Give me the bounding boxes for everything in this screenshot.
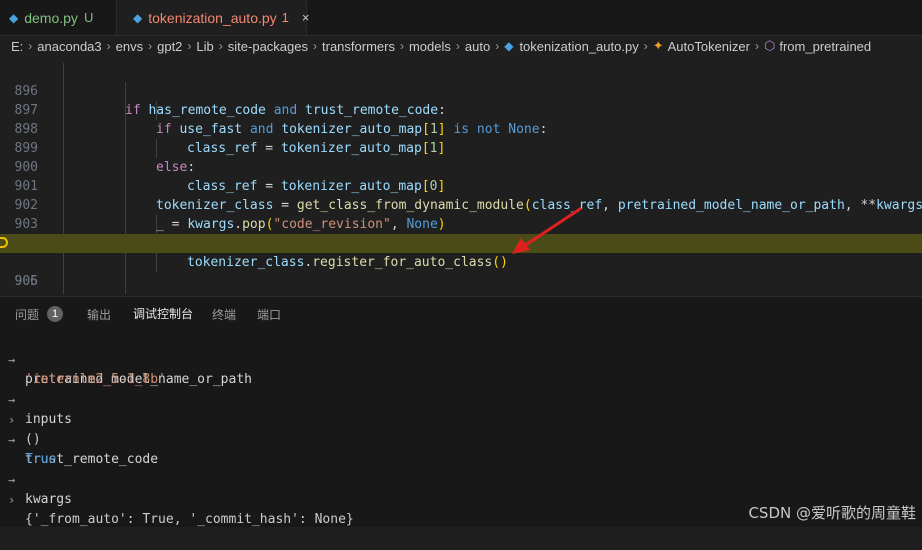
breadcrumb: E: › anaconda3 › envs › gpt2 › Lib › site-pac… bbox=[0, 36, 922, 56]
python-file-icon: ◆ bbox=[133, 10, 143, 25]
debug-console[interactable]: → pretrained_model_name_or_path 'internl… bbox=[0, 330, 922, 527]
tab-terminal[interactable]: 终端 bbox=[212, 297, 236, 331]
code-editor[interactable]: 896 if has_remote_code and trust_remote_… bbox=[0, 63, 922, 294]
tab-tokenization-auto-py[interactable]: ◆ tokenization_auto.py 1 × bbox=[117, 0, 310, 35]
panel-tab-bar: 问题 1 输出 调试控制台 终端 端口 bbox=[0, 296, 922, 331]
tab-debug-console[interactable]: 调试控制台 bbox=[133, 297, 194, 331]
tab-label: demo.py bbox=[24, 9, 78, 26]
tab-label: tokenization_auto.py bbox=[148, 9, 277, 26]
breadcrumb-drive[interactable]: E: bbox=[11, 39, 23, 54]
chevron-right-icon: › bbox=[28, 39, 33, 53]
watermark: CSDN @爱听歌的周童鞋 bbox=[748, 504, 916, 522]
breadcrumb-file[interactable]: tokenization_auto.py bbox=[519, 39, 638, 54]
close-tab-icon[interactable]: × bbox=[302, 10, 310, 25]
tab-label: 端口 bbox=[257, 307, 282, 322]
expand-chevron-icon[interactable]: › bbox=[8, 490, 15, 510]
problems-count-badge: 1 bbox=[47, 306, 64, 322]
tab-demo-py[interactable]: ◆ demo.py U bbox=[0, 0, 117, 35]
console-input: kwargs bbox=[25, 492, 72, 507]
console-row: → trust_remote_code bbox=[0, 410, 922, 467]
chevron-right-icon: › bbox=[106, 39, 111, 53]
breadcrumb-method[interactable]: from_pretrained bbox=[779, 39, 871, 54]
chevron-right-icon: › bbox=[755, 39, 759, 53]
console-row: → inputs bbox=[0, 370, 922, 427]
breadcrumb-site-packages[interactable]: site-packages bbox=[228, 39, 308, 54]
breadcrumb-class[interactable]: AutoTokenizer bbox=[668, 39, 750, 54]
breadcrumb-auto[interactable]: auto bbox=[465, 39, 490, 54]
editor-tab-bar: ◆ demo.py U ◆ tokenization_auto.py 1 × bbox=[0, 0, 922, 36]
console-row: → kwargs bbox=[0, 450, 922, 507]
chevron-right-icon: › bbox=[218, 39, 223, 53]
chevron-right-icon: › bbox=[643, 39, 648, 53]
tab-ports[interactable]: 端口 bbox=[257, 297, 281, 331]
tab-label: 调试控制台 bbox=[133, 307, 194, 321]
breadcrumb-lib[interactable]: Lib bbox=[196, 39, 213, 54]
chevron-right-icon: › bbox=[399, 39, 404, 53]
annotation-arrow bbox=[512, 207, 582, 254]
chevron-right-icon: › bbox=[313, 39, 317, 53]
console-row: True bbox=[0, 430, 922, 467]
python-file-icon: ◆ bbox=[9, 10, 19, 25]
tab-label: 输出 bbox=[87, 307, 112, 322]
chevron-right-icon: › bbox=[187, 39, 192, 53]
console-row: → pretrained_model_name_or_path bbox=[0, 330, 922, 387]
tab-label: 问题 bbox=[15, 307, 40, 322]
breadcrumb-models[interactable]: models bbox=[409, 39, 451, 54]
problem-count-badge: 1 bbox=[281, 10, 289, 25]
tab-output[interactable]: 输出 bbox=[87, 297, 111, 331]
breadcrumb-anaconda3[interactable]: anaconda3 bbox=[37, 39, 101, 54]
method-symbol-icon: ⬡ bbox=[764, 38, 776, 53]
chevron-right-icon: › bbox=[148, 39, 153, 53]
tab-problems[interactable]: 问题 1 bbox=[15, 297, 64, 331]
python-file-icon: ◆ bbox=[504, 39, 514, 53]
untracked-badge: U bbox=[83, 10, 94, 25]
console-row: 'internlm2_5-1_8b' bbox=[0, 350, 922, 387]
console-row[interactable]: › {'_from_auto': True, '_commit_hash': N… bbox=[0, 470, 922, 527]
class-symbol-icon: ✦ bbox=[652, 38, 664, 53]
tab-label: 终端 bbox=[212, 307, 237, 322]
console-row[interactable]: › () bbox=[0, 390, 922, 447]
breadcrumb-gpt2[interactable]: gpt2 bbox=[157, 39, 182, 54]
chevron-right-icon: › bbox=[495, 39, 500, 53]
breadcrumb-envs[interactable]: envs bbox=[116, 39, 143, 54]
breadcrumb-transformers[interactable]: transformers bbox=[322, 39, 395, 54]
console-output: {'_from_auto': True, '_commit_hash': Non… bbox=[25, 512, 354, 527]
chevron-right-icon: › bbox=[455, 39, 460, 53]
